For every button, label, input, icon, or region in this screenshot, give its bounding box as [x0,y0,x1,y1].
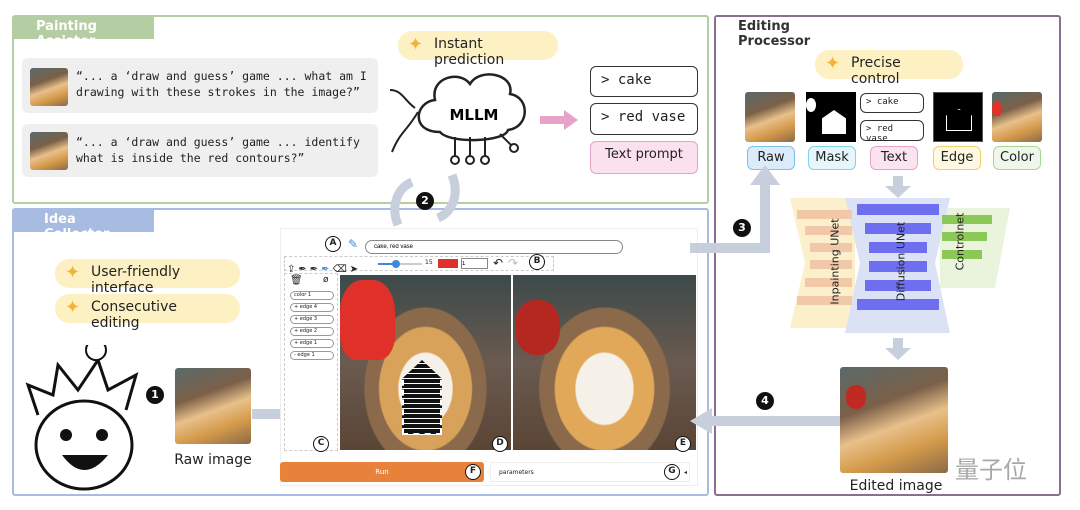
drawing-canvas[interactable] [340,275,511,450]
marker-d: D [492,436,508,452]
query-2: “... a ‘draw and guess’ game ... identif… [22,124,378,177]
layer-item[interactable]: - edge 1 [290,351,334,360]
color-condition-image [992,92,1042,142]
layer-input[interactable] [461,258,488,269]
raw-condition-image [745,92,795,142]
inpainting-unet-label: Inpainting UNet [828,218,842,305]
edited-image-label: Edited image [849,478,943,494]
idea-collector-title: Idea Collector [14,210,154,242]
step-4-arrow-icon [690,408,840,434]
diffusion-unet-label: Diffusion UNet [894,221,908,302]
down-arrow-icon [885,338,911,360]
collapse-icon[interactable]: ◂ [684,463,687,483]
layer-item[interactable]: + edge 2 [290,327,334,336]
trash-icon[interactable]: 🗑 [290,275,303,286]
precise-control-badge: ✦ Precise control [815,50,963,87]
painting-assistor-title: Painting Assistor [14,17,154,49]
text-label: Text [870,146,918,170]
editing-processor-title: Editing Processor [716,17,866,49]
edited-image [840,367,948,473]
output-cake: > cake [590,66,698,97]
marker-a: A [325,236,341,252]
query-1: “... a ‘draw and guess’ game ... what am… [22,58,378,113]
edge-label: Edge [933,146,981,170]
raw-image-label: Raw image [174,452,252,468]
cartoon-user-illustration [25,345,139,491]
step-3-arrow-icon [690,165,780,253]
step-4-marker: 4 [756,392,774,410]
result-canvas [513,275,696,450]
mask-condition-image [806,92,856,142]
marker-c: C [313,436,329,452]
layer-item[interactable]: + edge 1 [290,339,334,348]
down-arrow-icon [885,176,911,198]
step-3-marker: 3 [733,219,751,237]
pointer-icon[interactable]: ➤ [350,264,358,275]
text-condition-cake: > cake [860,93,924,113]
marker-g: G [664,464,680,480]
query-1-image [30,68,68,106]
instant-prediction-badge: ✦ Instant prediction [398,31,558,68]
layer-item[interactable]: + edge 4 [290,303,334,312]
watermark: 量子位 [955,456,1027,484]
layer-item[interactable]: color 1 [290,291,334,300]
brush-size-slider[interactable] [378,260,422,268]
magic-wand-icon[interactable]: ✎ [348,237,358,251]
marker-e: E [675,436,691,452]
consecutive-editing-badge: ✦ Consecutive editing [55,294,240,331]
text-condition-red-vase: > red vase [860,120,924,144]
undo-icon[interactable]: ↶ [493,256,503,270]
layers-panel: 🗑 ø color 1 + edge 4 + edge 3 + edge 2 +… [284,273,338,451]
mllm-brain-icon: MLLM [389,73,526,165]
pink-arrow-icon [540,110,578,130]
brush-size-value: 15 [425,259,433,266]
text-prompt-box: Text prompt [590,141,698,174]
run-button[interactable]: Run [280,462,484,482]
prompt-input[interactable] [365,240,623,254]
edge-condition-image [933,92,983,142]
hide-icon[interactable]: ø [323,275,329,285]
sparkle-icon: ✦ [408,34,424,55]
redo-icon[interactable]: ↷ [508,256,518,270]
sparkle-icon: ✦ [65,297,81,318]
step-1-marker: 1 [146,386,164,404]
step-2-marker: 2 [416,192,434,210]
user-friendly-badge: ✦ User-friendly interface [55,259,240,296]
marker-f: F [465,464,481,480]
query-2-image [30,132,68,170]
layer-item[interactable]: + edge 3 [290,315,334,324]
output-red-vase: > red vase [590,103,698,135]
raw-image [175,368,251,444]
parameters-accordion[interactable]: parameters ◂ [490,462,690,482]
color-label: Color [993,146,1041,170]
sparkle-icon: ✦ [65,262,81,283]
sparkle-icon: ✦ [825,53,841,74]
marker-b: B [529,254,545,270]
brush-color-swatch[interactable] [438,259,458,268]
controlnet-label: Controlnet [953,212,967,271]
mask-label: Mask [808,146,856,170]
mllm-label: MLLM [450,106,499,124]
